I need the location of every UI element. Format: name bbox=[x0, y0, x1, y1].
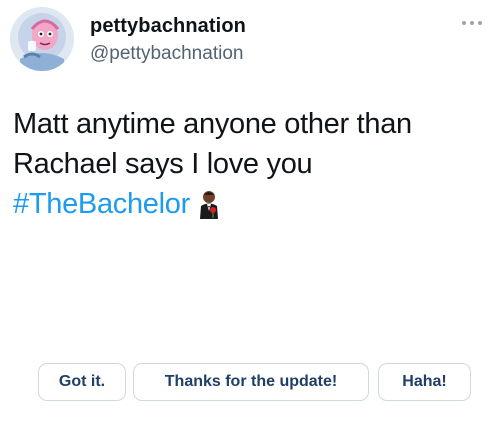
more-options-icon[interactable] bbox=[460, 16, 484, 30]
smart-reply-got-it-button[interactable]: Got it. bbox=[38, 363, 126, 401]
smart-reply-haha-button[interactable]: Haha! bbox=[378, 363, 471, 401]
avatar[interactable] bbox=[10, 7, 74, 71]
user-handle[interactable]: @pettybachnation bbox=[90, 43, 243, 65]
display-name[interactable]: pettybachnation bbox=[90, 15, 246, 38]
tweet-text-line: Rachael says I love you bbox=[13, 148, 313, 180]
tweet-text-line: Matt anytime anyone other than bbox=[13, 108, 412, 140]
man-in-suit-holding-rose-emoji-icon bbox=[199, 191, 218, 219]
tweet-text: Matt anytime anyone other than Rachael s… bbox=[13, 104, 412, 224]
hashtag-line: #TheBachelor bbox=[13, 184, 412, 224]
cartoon-avatar-icon bbox=[10, 7, 74, 71]
smart-reply-thanks-button[interactable]: Thanks for the update! bbox=[133, 363, 369, 401]
hashtag-link[interactable]: #TheBachelor bbox=[13, 188, 190, 220]
